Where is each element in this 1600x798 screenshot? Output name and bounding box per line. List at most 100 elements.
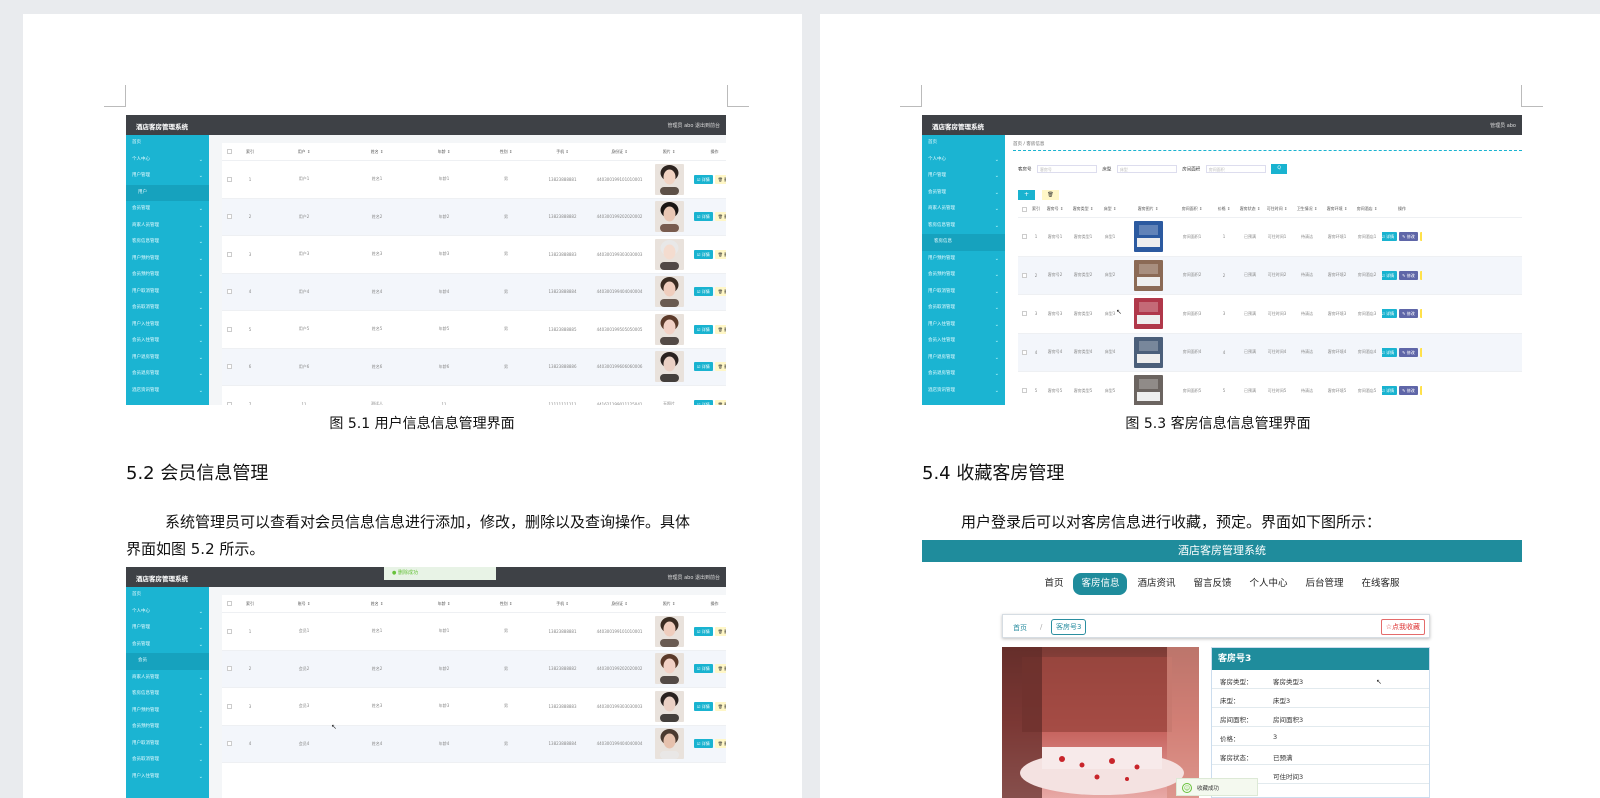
delete-button[interactable]: 🗑 删除: [714, 287, 726, 297]
delete-button[interactable]: [1419, 386, 1422, 396]
detail-button[interactable]: ☑ 详情: [1382, 270, 1398, 280]
sidebar-item[interactable]: 会员: [126, 653, 209, 670]
column-header[interactable]: 客房环境 ⇕: [1322, 201, 1352, 217]
column-header[interactable]: 房间酒店 ⇕: [1352, 201, 1382, 217]
delete-button[interactable]: [1419, 270, 1422, 280]
sidebar-item[interactable]: 会员管理 ⌄: [126, 201, 209, 218]
detail-button[interactable]: ☑ 详情: [693, 249, 713, 259]
row-checkbox[interactable]: [1021, 388, 1027, 394]
favorite-button[interactable]: ☆点我收藏: [1380, 619, 1425, 635]
row-checkbox[interactable]: [226, 289, 232, 295]
delete-button[interactable]: 🗑 删除: [714, 174, 726, 184]
sidebar-item[interactable]: 客房信息管理 ⌄: [126, 234, 209, 251]
sidebar-item[interactable]: 用户: [126, 184, 209, 201]
column-header[interactable]: 性别 ⇕: [478, 143, 534, 160]
detail-button[interactable]: ☑ 详情: [693, 287, 713, 297]
column-header[interactable]: 价格 ⇕: [1210, 201, 1238, 217]
column-header[interactable]: 用户 ⇕: [264, 143, 344, 160]
sidebar-item[interactable]: 商家人员管理 ⌄: [922, 201, 1005, 218]
delete-button[interactable]: 🗑 删除: [714, 399, 726, 405]
detail-button[interactable]: ☑ 详情: [693, 324, 713, 334]
search-input-room-no[interactable]: 客房号: [1036, 165, 1097, 173]
sidebar-item[interactable]: 用户管理 ⌄: [126, 168, 209, 185]
sidebar-item[interactable]: 用户预约管理 ⌄: [922, 251, 1005, 268]
delete-button[interactable]: 🗑 删除: [714, 664, 726, 674]
sidebar-item[interactable]: 会员取消管理 ⌄: [126, 300, 209, 317]
column-header[interactable]: 手机 ⇕: [534, 143, 591, 160]
edit-button[interactable]: ✎ 修改: [1399, 309, 1418, 319]
add-button[interactable]: +: [1018, 190, 1035, 200]
detail-button[interactable]: ☑ 详情: [693, 626, 713, 636]
sidebar-item[interactable]: 用户退房管理 ⌄: [922, 350, 1005, 367]
sidebar-item[interactable]: 个人中心 ⌄: [126, 604, 209, 621]
row-checkbox[interactable]: [226, 214, 232, 220]
sidebar-item[interactable]: 客房信息管理 ⌄: [922, 218, 1005, 235]
search-button[interactable]: Q: [1271, 164, 1288, 174]
column-header[interactable]: 身份证 ⇕: [591, 595, 648, 612]
detail-button[interactable]: ☑ 详情: [693, 362, 713, 372]
row-checkbox[interactable]: [1021, 234, 1027, 240]
sidebar-item[interactable]: 会员预约管理 ⌄: [126, 719, 209, 736]
select-all-checkbox[interactable]: [226, 149, 232, 154]
sidebar-item[interactable]: 会员入住管理 ⌄: [922, 333, 1005, 350]
crumb-home-link[interactable]: 首页: [1013, 623, 1027, 633]
row-checkbox[interactable]: [226, 401, 232, 405]
nav-item[interactable]: 在线客服: [1354, 573, 1408, 595]
nav-item[interactable]: 首页: [1036, 573, 1071, 595]
column-header[interactable]: 年龄 ⇕: [410, 595, 478, 612]
column-header[interactable]: 索引: [236, 143, 264, 160]
sidebar-item[interactable]: 个人中心 ⌄: [126, 152, 209, 169]
delete-button[interactable]: 🗑 删除: [714, 324, 726, 334]
row-checkbox[interactable]: [1021, 349, 1027, 355]
column-header[interactable]: 照片 ⇕: [648, 143, 690, 160]
sidebar-item[interactable]: 会员退房管理 ⌄: [922, 366, 1005, 383]
detail-button[interactable]: ☑ 详情: [1382, 347, 1398, 357]
row-checkbox[interactable]: [226, 666, 232, 672]
edit-button[interactable]: ✎ 修改: [1399, 270, 1418, 280]
detail-button[interactable]: ☑ 详情: [1382, 386, 1398, 396]
row-checkbox[interactable]: [226, 628, 232, 634]
sidebar-item[interactable]: 用户入住管理 ⌄: [922, 317, 1005, 334]
nav-item[interactable]: 留言反馈: [1185, 573, 1239, 595]
sidebar-item[interactable]: 用户取消管理 ⌄: [126, 736, 209, 753]
detail-button[interactable]: ☑ 详情: [693, 174, 713, 184]
sidebar-item[interactable]: 会员退房管理 ⌄: [126, 366, 209, 383]
delete-button[interactable]: 🗑 删除: [714, 362, 726, 372]
sidebar-item[interactable]: 会员预约管理 ⌄: [126, 267, 209, 284]
delete-button[interactable]: [1419, 232, 1422, 242]
sidebar-item[interactable]: 会员取消管理 ⌄: [922, 300, 1005, 317]
select-all-checkbox[interactable]: [1021, 206, 1027, 212]
row-checkbox[interactable]: [226, 741, 232, 747]
delete-button[interactable]: 🗑 删除: [714, 249, 726, 259]
column-header[interactable]: 索引: [236, 595, 264, 612]
sidebar-item[interactable]: 首页: [922, 135, 1005, 152]
sidebar-item[interactable]: 用户取消管理 ⌄: [126, 284, 209, 301]
sidebar-item[interactable]: 用户入住管理 ⌄: [126, 769, 209, 786]
column-header[interactable]: 性别 ⇕: [478, 595, 534, 612]
nav-item[interactable]: 酒店资讯: [1129, 573, 1183, 595]
row-checkbox[interactable]: [226, 326, 232, 332]
delete-button[interactable]: 🗑 删除: [714, 701, 726, 711]
row-checkbox[interactable]: [226, 364, 232, 370]
row-checkbox[interactable]: [226, 176, 232, 182]
sidebar-item[interactable]: 商家人员管理 ⌄: [126, 218, 209, 235]
detail-button[interactable]: ☑ 详情: [693, 212, 713, 222]
row-checkbox[interactable]: [1021, 272, 1027, 278]
sidebar-item[interactable]: 商家人员管理 ⌄: [126, 670, 209, 687]
edit-button[interactable]: ✎ 修改: [1399, 232, 1418, 242]
delete-button[interactable]: 🗑 删除: [714, 739, 726, 749]
column-header[interactable]: 卫生情况 ⇕: [1292, 201, 1322, 217]
sidebar-item[interactable]: 用户入住管理 ⌄: [126, 317, 209, 334]
sidebar-item[interactable]: 用户预约管理 ⌄: [126, 251, 209, 268]
search-input-area[interactable]: 房间面积: [1205, 165, 1266, 173]
delete-button[interactable]: 🗑 删除: [714, 212, 726, 222]
nav-item[interactable]: 个人中心: [1242, 573, 1296, 595]
column-header[interactable]: 索引: [1030, 201, 1042, 217]
column-header[interactable]: 客房号 ⇕: [1042, 201, 1068, 217]
detail-button[interactable]: ☑ 详情: [693, 701, 713, 711]
row-checkbox[interactable]: [1021, 311, 1027, 317]
sidebar-item[interactable]: 首页: [126, 135, 209, 152]
select-all-checkbox[interactable]: [226, 601, 232, 606]
sidebar-item[interactable]: 首页: [126, 587, 209, 604]
detail-button[interactable]: ☑ 详情: [1382, 232, 1398, 242]
